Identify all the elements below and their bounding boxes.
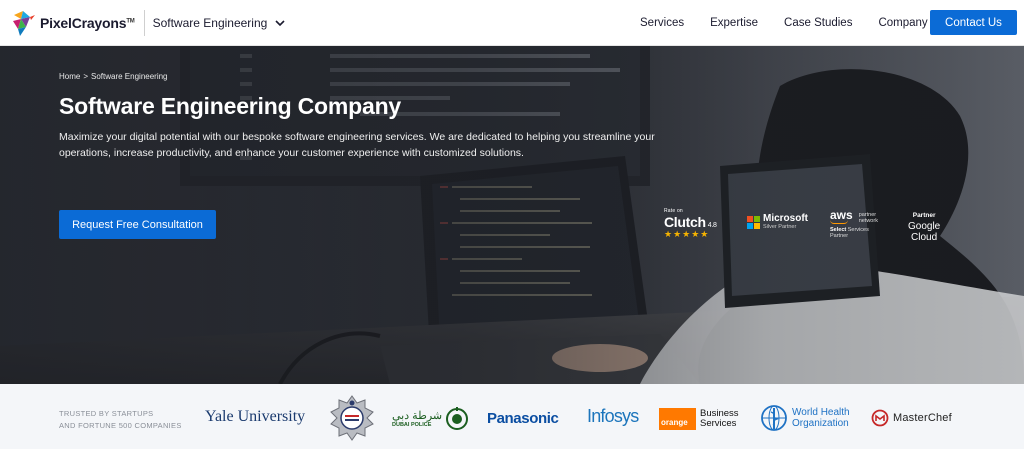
aws-name: aws xyxy=(830,208,853,222)
logo-bird-icon xyxy=(13,10,35,36)
microsoft-name: Microsoft xyxy=(763,213,808,224)
hero-description: Maximize your digital potential with our… xyxy=(59,131,655,159)
clutch-name: Clutch 4.8 xyxy=(664,214,717,230)
dubai-police-arabic: شرطة دبي xyxy=(392,410,443,422)
header-divider xyxy=(143,9,145,36)
client-dubai-police: شرطة دبي DUBAI POLICE xyxy=(392,406,469,432)
breadcrumb: Home > Software Engineering xyxy=(59,72,168,81)
microsoft-badge[interactable]: Microsoft Silver Partner xyxy=(747,214,808,231)
nav-services[interactable]: Services xyxy=(640,17,684,29)
page-title: Software Engineering Company xyxy=(59,93,402,119)
contact-us-button[interactable]: Contact Us xyxy=(930,10,1017,35)
breadcrumb-current: Software Engineering xyxy=(91,72,168,81)
main-nav: Services Expertise Case Studies Company xyxy=(640,0,954,46)
dubai-police-emblem-icon xyxy=(446,407,469,430)
site-header: PixelCrayonsTM Software Engineering Serv… xyxy=(0,0,1024,46)
request-consultation-button[interactable]: Request Free Consultation xyxy=(59,210,216,239)
microsoft-tier: Silver Partner xyxy=(763,224,797,230)
client-who: World Health Organization xyxy=(760,404,850,432)
client-orange-business: orange Business Services xyxy=(659,408,739,430)
trusted-by-section: TRUSTED BY STARTUPS AND FORTUNE 500 COMP… xyxy=(0,384,1024,449)
client-masterchef: MasterChef xyxy=(871,409,952,427)
trusted-label: TRUSTED BY STARTUPS AND FORTUNE 500 COMP… xyxy=(59,409,182,430)
orange-business-services: Business Services xyxy=(700,408,739,429)
orange-logo: orange xyxy=(659,408,696,430)
clutch-score: 4.8 xyxy=(707,222,717,229)
who-name: World Health Organization xyxy=(792,407,850,429)
masterchef-name: MasterChef xyxy=(893,412,952,424)
section-switcher[interactable]: Software Engineering xyxy=(153,16,286,30)
clutch-badge[interactable]: Rate on Clutch 4.8 ★★★★★ xyxy=(664,208,730,240)
nav-case-studies[interactable]: Case Studies xyxy=(784,17,852,29)
clutch-stars: ★★★★★ xyxy=(664,229,710,239)
aws-tier: Select Services Partner xyxy=(830,227,869,239)
chevron-down-icon xyxy=(275,16,285,30)
client-infosys: Infosys xyxy=(587,406,639,426)
google-cloud-badge[interactable]: Partner Google Cloud xyxy=(908,212,940,243)
nav-company[interactable]: Company xyxy=(878,17,927,29)
aws-badge[interactable]: aws partner network Select Services Part… xyxy=(830,209,878,239)
brand-trademark: TM xyxy=(126,17,135,24)
section-switcher-label: Software Engineering xyxy=(152,15,268,30)
masterchef-icon xyxy=(871,409,889,427)
client-yale: Yale University xyxy=(205,408,306,425)
dubai-police-english: DUBAI POLICE xyxy=(392,422,432,428)
breadcrumb-home[interactable]: Home xyxy=(59,72,80,81)
who-emblem-icon xyxy=(761,405,787,431)
nav-expertise[interactable]: Expertise xyxy=(710,17,758,29)
google-partner-label: Partner xyxy=(912,212,936,219)
brand-name: PixelCrayonsTM xyxy=(40,14,135,31)
client-panasonic: Panasonic xyxy=(487,410,559,427)
brand-logo[interactable]: PixelCrayonsTM xyxy=(10,0,135,46)
aws-partner-network: partner network xyxy=(858,212,878,224)
client-police-badge xyxy=(330,395,374,446)
google-cloud-name: Google Cloud xyxy=(908,221,941,243)
breadcrumb-separator: > xyxy=(83,72,89,81)
police-badge-icon xyxy=(330,395,374,441)
microsoft-grid-icon xyxy=(747,216,760,229)
hero-section: Home > Software Engineering Software Engin… xyxy=(0,46,1024,384)
